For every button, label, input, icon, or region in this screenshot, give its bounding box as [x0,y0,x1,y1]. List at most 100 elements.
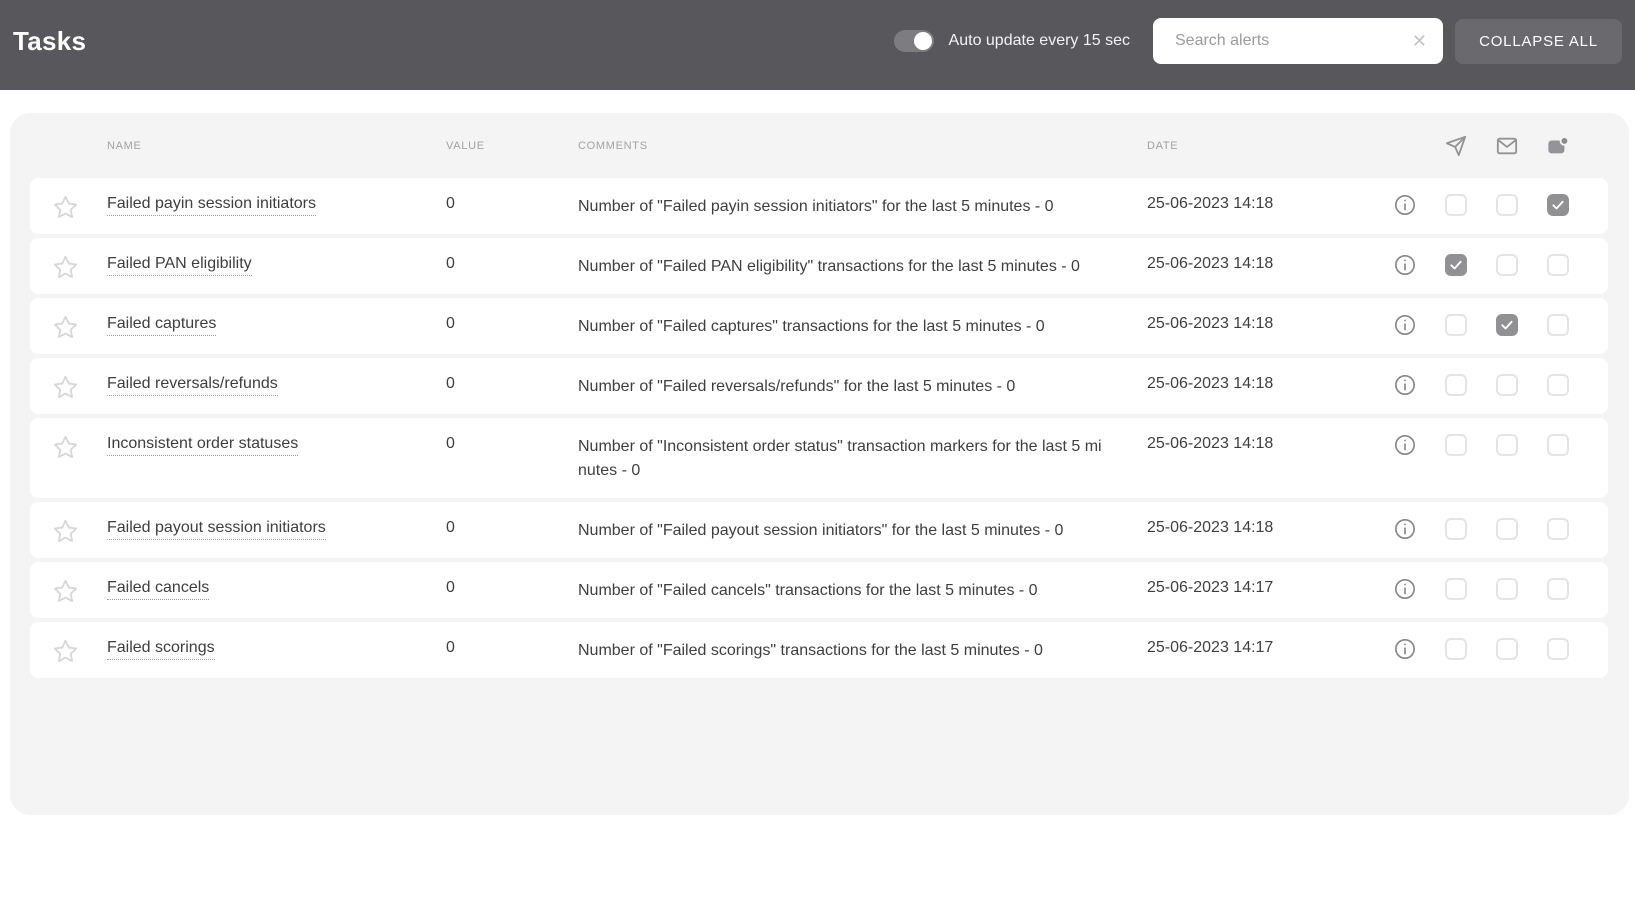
task-name-link[interactable]: Failed cancels [107,579,210,600]
app-header: Tasks Auto update every 15 sec ✕ COLLAPS… [0,0,1635,90]
task-value: 0 [446,435,455,452]
task-comment: Number of "Failed PAN eligibility" trans… [578,258,1080,275]
mail-checkbox[interactable] [1496,194,1518,216]
task-value: 0 [446,375,455,392]
task-comment: Number of "Failed scorings" transactions… [578,642,1043,659]
table-row: Failed payin session initiators 0 Number… [30,178,1608,234]
search-box: ✕ [1153,18,1443,64]
task-name-link[interactable]: Failed payin session initiators [107,195,316,216]
mail-checkbox[interactable] [1496,578,1518,600]
info-column-spacer [1394,135,1416,157]
task-name-link[interactable]: Failed payout session initiators [107,519,326,540]
main-content: NAME VALUE COMMENTS DATE Failed payin se… [0,113,1635,815]
favorite-star-icon[interactable] [52,518,79,545]
push-checkbox[interactable] [1547,578,1569,600]
name-cell: Failed scorings [107,622,446,678]
push-checkbox[interactable] [1547,194,1569,216]
star-cell [30,178,107,234]
favorite-star-icon[interactable] [52,434,79,461]
telegram-checkbox[interactable] [1445,314,1467,336]
favorite-star-icon[interactable] [52,578,79,605]
task-comment: Number of "Failed payout session initiat… [578,522,1064,539]
mail-checkbox[interactable] [1496,434,1518,456]
star-cell [30,502,107,558]
name-cell: Failed captures [107,298,446,354]
name-cell: Failed payin session initiators [107,178,446,234]
task-comment: Number of "Failed captures" transactions… [578,318,1045,335]
push-checkbox[interactable] [1547,518,1569,540]
table-row: Failed scorings 0 Number of "Failed scor… [30,622,1608,678]
telegram-checkbox[interactable] [1445,518,1467,540]
info-icon[interactable] [1394,374,1416,396]
column-header-name: NAME [107,139,142,152]
telegram-checkbox[interactable] [1445,434,1467,456]
table-row: Failed payout session initiators 0 Numbe… [30,502,1608,558]
notifications-cell [1394,238,1608,294]
task-date: 25-06-2023 14:18 [1147,375,1274,392]
collapse-all-button[interactable]: COLLAPSE ALL [1455,18,1622,64]
favorite-star-icon[interactable] [52,638,79,665]
table-row: Failed cancels 0 Number of "Failed cance… [30,562,1608,618]
search-input[interactable] [1153,18,1443,64]
task-date: 25-06-2023 14:17 [1147,639,1274,656]
notifications-cell [1394,358,1608,414]
name-cell: Failed reversals/refunds [107,358,446,414]
task-name-link[interactable]: Inconsistent order statuses [107,435,299,456]
task-name-link[interactable]: Failed scorings [107,639,215,660]
info-icon[interactable] [1394,194,1416,216]
mail-checkbox[interactable] [1496,314,1518,336]
name-cell: Failed cancels [107,562,446,618]
column-header-date: DATE [1147,139,1179,152]
notifications-cell [1394,418,1608,498]
task-name-link[interactable]: Failed reversals/refunds [107,375,278,396]
table-body: Failed payin session initiators 0 Number… [10,178,1629,678]
push-checkbox[interactable] [1547,638,1569,660]
info-icon[interactable] [1394,518,1416,540]
task-name-link[interactable]: Failed PAN eligibility [107,255,252,276]
task-comment: Number of "Failed cancels" transactions … [578,582,1038,599]
auto-update-toggle[interactable] [893,30,934,52]
toggle-knob [913,32,932,50]
push-checkbox[interactable] [1547,434,1569,456]
telegram-checkbox[interactable] [1445,578,1467,600]
favorite-star-icon[interactable] [52,374,79,401]
info-icon[interactable] [1394,578,1416,600]
push-notification-icon [1548,135,1569,153]
task-date: 25-06-2023 14:17 [1147,579,1274,596]
mail-checkbox[interactable] [1496,638,1518,660]
push-checkbox[interactable] [1547,314,1569,336]
push-checkbox[interactable] [1547,374,1569,396]
tasks-card: NAME VALUE COMMENTS DATE Failed payin se… [10,113,1629,815]
name-cell: Inconsistent order statuses [107,418,446,498]
favorite-star-icon[interactable] [52,254,79,281]
task-value: 0 [446,519,455,536]
telegram-checkbox[interactable] [1445,638,1467,660]
task-date: 25-06-2023 14:18 [1147,195,1274,212]
telegram-checkbox[interactable] [1445,374,1467,396]
info-icon[interactable] [1394,638,1416,660]
favorite-star-icon[interactable] [52,194,79,221]
column-header-comments: COMMENTS [578,139,648,152]
star-cell [30,418,107,498]
mail-checkbox[interactable] [1496,374,1518,396]
task-date: 25-06-2023 14:18 [1147,519,1274,536]
clear-search-icon[interactable]: ✕ [1412,32,1427,50]
star-cell [30,298,107,354]
info-icon[interactable] [1394,434,1416,456]
task-value: 0 [446,255,455,272]
task-date: 25-06-2023 14:18 [1147,315,1274,332]
info-icon[interactable] [1394,314,1416,336]
column-header-icons [1394,135,1608,157]
telegram-checkbox[interactable] [1445,194,1467,216]
auto-update-label: Auto update every 15 sec [948,32,1130,49]
info-icon[interactable] [1394,254,1416,276]
favorite-star-icon[interactable] [52,314,79,341]
mail-checkbox[interactable] [1496,254,1518,276]
star-cell [30,622,107,678]
task-name-link[interactable]: Failed captures [107,315,217,336]
task-value: 0 [446,579,455,596]
push-checkbox[interactable] [1547,254,1569,276]
mail-checkbox[interactable] [1496,518,1518,540]
column-header-value: VALUE [446,139,485,152]
telegram-checkbox[interactable] [1445,254,1467,276]
